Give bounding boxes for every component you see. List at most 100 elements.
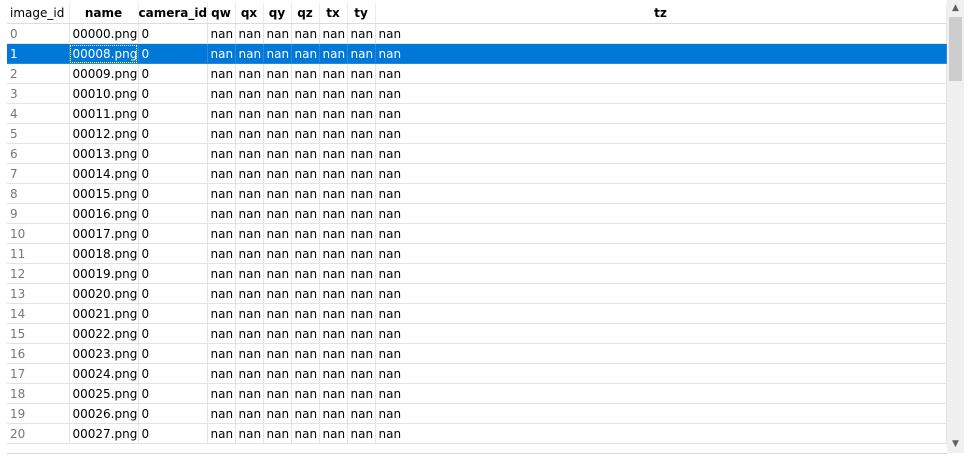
cell-qz[interactable]: nan xyxy=(291,83,320,104)
cell-image-id[interactable]: 1 xyxy=(7,43,70,64)
cell-qz[interactable]: nan xyxy=(291,123,320,144)
table-row[interactable]: 15 00022.png 0 nan nan nan nan nan nan nan xyxy=(7,323,947,344)
cell-image-id[interactable]: 16 xyxy=(7,343,70,364)
cell-camera-id[interactable]: 0 xyxy=(138,243,208,264)
cell-qy[interactable]: nan xyxy=(263,63,292,84)
cell-tx[interactable]: nan xyxy=(319,403,348,424)
cell-tx[interactable]: nan xyxy=(319,223,348,244)
table-row[interactable]: 20 00027.png 0 nan nan nan nan nan nan nan xyxy=(7,423,947,444)
cell-qz[interactable]: nan xyxy=(291,103,320,124)
cell-qy[interactable]: nan xyxy=(263,323,292,344)
cell-tx[interactable]: nan xyxy=(319,163,348,184)
cell-qx[interactable]: nan xyxy=(235,263,264,284)
cell-name[interactable]: 00027.png xyxy=(69,423,139,444)
cell-name[interactable]: 00022.png xyxy=(69,323,139,344)
cell-image-id[interactable]: 5 xyxy=(7,123,70,144)
cell-ty[interactable]: nan xyxy=(347,423,376,444)
cell-image-id[interactable]: 19 xyxy=(7,403,70,424)
cell-tx[interactable]: nan xyxy=(319,383,348,404)
cell-qy[interactable]: nan xyxy=(263,343,292,364)
cell-tx[interactable]: nan xyxy=(319,343,348,364)
cell-qz[interactable]: nan xyxy=(291,163,320,184)
cell-tx[interactable]: nan xyxy=(319,303,348,324)
cell-qw[interactable]: nan xyxy=(207,103,236,124)
cell-image-id[interactable]: 10 xyxy=(7,223,70,244)
cell-name[interactable]: 00010.png xyxy=(69,83,139,104)
cell-qw[interactable]: nan xyxy=(207,303,236,324)
cell-qz[interactable]: nan xyxy=(291,143,320,164)
cell-ty[interactable]: nan xyxy=(347,163,376,184)
cell-name[interactable]: 00008.png xyxy=(69,43,139,64)
cell-qz[interactable]: nan xyxy=(291,323,320,344)
cell-qw[interactable]: nan xyxy=(207,263,236,284)
cell-ty[interactable]: nan xyxy=(347,243,376,264)
cell-tz[interactable]: nan xyxy=(375,363,947,384)
cell-tz[interactable]: nan xyxy=(375,83,947,104)
table-row[interactable]: 2 00009.png 0 nan nan nan nan nan nan nan xyxy=(7,63,947,84)
cell-ty[interactable]: nan xyxy=(347,223,376,244)
cell-ty[interactable]: nan xyxy=(347,43,376,64)
cell-tx[interactable]: nan xyxy=(319,63,348,84)
table-row[interactable]: 9 00016.png 0 nan nan nan nan nan nan nan xyxy=(7,203,947,224)
cell-qx[interactable]: nan xyxy=(235,343,264,364)
cell-qx[interactable]: nan xyxy=(235,223,264,244)
cell-tz[interactable]: nan xyxy=(375,323,947,344)
cell-image-id[interactable]: 7 xyxy=(7,163,70,184)
cell-name[interactable]: 00026.png xyxy=(69,403,139,424)
cell-qy[interactable]: nan xyxy=(263,423,292,444)
cell-qx[interactable]: nan xyxy=(235,43,264,64)
table-row[interactable]: 8 00015.png 0 nan nan nan nan nan nan nan xyxy=(7,183,947,204)
cell-ty[interactable]: nan xyxy=(347,403,376,424)
cell-qw[interactable]: nan xyxy=(207,403,236,424)
column-header-tx[interactable]: tx xyxy=(319,3,348,24)
cell-qz[interactable]: nan xyxy=(291,223,320,244)
cell-qy[interactable]: nan xyxy=(263,263,292,284)
cell-tx[interactable]: nan xyxy=(319,183,348,204)
column-header-qx[interactable]: qx xyxy=(235,3,264,24)
cell-tx[interactable]: nan xyxy=(319,123,348,144)
cell-qz[interactable]: nan xyxy=(291,263,320,284)
cell-qz[interactable]: nan xyxy=(291,183,320,204)
cell-camera-id[interactable]: 0 xyxy=(138,423,208,444)
column-header-qw[interactable]: qw xyxy=(207,3,236,24)
cell-tz[interactable]: nan xyxy=(375,403,947,424)
cell-qz[interactable]: nan xyxy=(291,283,320,304)
table-row[interactable]: 16 00023.png 0 nan nan nan nan nan nan nan xyxy=(7,343,947,364)
cell-camera-id[interactable]: 0 xyxy=(138,323,208,344)
cell-tz[interactable]: nan xyxy=(375,203,947,224)
cell-qy[interactable]: nan xyxy=(263,243,292,264)
cell-qy[interactable]: nan xyxy=(263,103,292,124)
cell-qw[interactable]: nan xyxy=(207,283,236,304)
scrollbar-thumb[interactable] xyxy=(949,17,962,81)
cell-name[interactable]: 00025.png xyxy=(69,383,139,404)
cell-tx[interactable]: nan xyxy=(319,323,348,344)
cell-qz[interactable]: nan xyxy=(291,403,320,424)
cell-qx[interactable]: nan xyxy=(235,323,264,344)
cell-qy[interactable]: nan xyxy=(263,143,292,164)
cell-qx[interactable]: nan xyxy=(235,403,264,424)
cell-tx[interactable]: nan xyxy=(319,243,348,264)
cell-ty[interactable]: nan xyxy=(347,23,376,44)
cell-tz[interactable]: nan xyxy=(375,303,947,324)
cell-tz[interactable]: nan xyxy=(375,163,947,184)
column-header-name[interactable]: name xyxy=(69,3,139,24)
cell-camera-id[interactable]: 0 xyxy=(138,223,208,244)
cell-image-id[interactable]: 13 xyxy=(7,283,70,304)
cell-qz[interactable]: nan xyxy=(291,343,320,364)
cell-ty[interactable]: nan xyxy=(347,203,376,224)
cell-name[interactable]: 00023.png xyxy=(69,343,139,364)
table-row[interactable]: 4 00011.png 0 nan nan nan nan nan nan nan xyxy=(7,103,947,124)
cell-image-id[interactable]: 4 xyxy=(7,103,70,124)
cell-image-id[interactable]: 14 xyxy=(7,303,70,324)
cell-ty[interactable]: nan xyxy=(347,63,376,84)
chevron-down-icon[interactable]: ▼ xyxy=(947,436,964,453)
cell-tz[interactable]: nan xyxy=(375,423,947,444)
cell-tz[interactable]: nan xyxy=(375,63,947,84)
cell-qx[interactable]: nan xyxy=(235,103,264,124)
cell-name[interactable]: 00013.png xyxy=(69,143,139,164)
cell-camera-id[interactable]: 0 xyxy=(138,303,208,324)
cell-camera-id[interactable]: 0 xyxy=(138,183,208,204)
cell-qw[interactable]: nan xyxy=(207,83,236,104)
cell-qy[interactable]: nan xyxy=(263,383,292,404)
cell-camera-id[interactable]: 0 xyxy=(138,123,208,144)
